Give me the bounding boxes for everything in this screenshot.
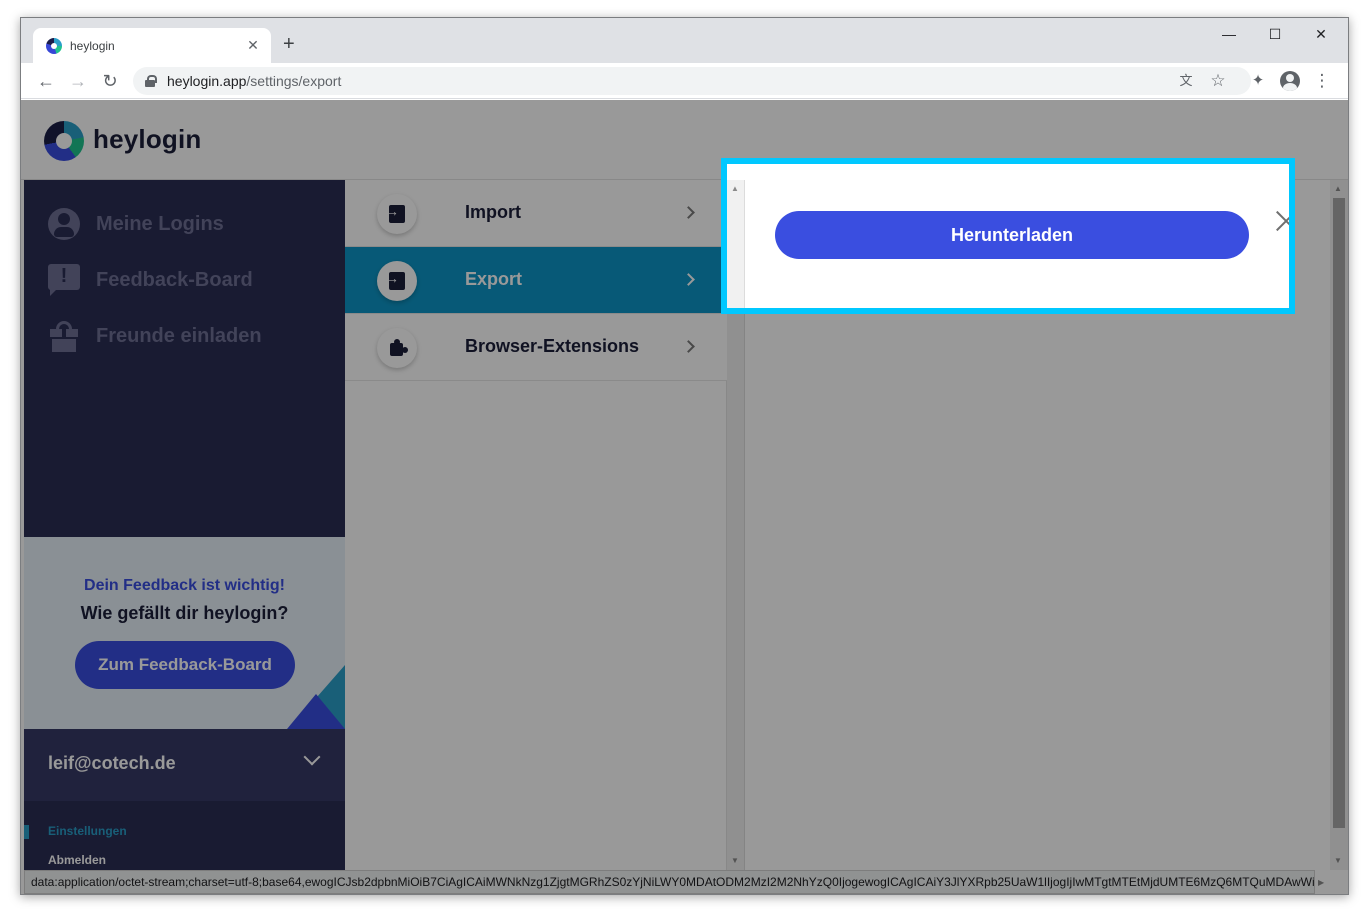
panel-scrollbar[interactable]: ▲: [727, 180, 745, 308]
bookmark-star-icon[interactable]: ☆: [1208, 71, 1228, 91]
extensions-puzzle-icon[interactable]: ✦: [1248, 71, 1268, 91]
promo-kicker: Dein Feedback ist wichtig!: [84, 577, 285, 594]
sidebar-item-label: Feedback-Board: [96, 268, 253, 291]
window-close-button[interactable]: ✕: [1298, 24, 1344, 44]
tab-strip: heylogin ✕ + — ☐ ✕: [21, 18, 1348, 63]
new-tab-button[interactable]: +: [283, 33, 295, 55]
tab-title: heylogin: [70, 38, 115, 53]
gift-icon: [48, 320, 80, 352]
spotlight-content: ▲ Herunterladen: [727, 164, 1289, 308]
promo-title: Wie gefällt dir heylogin?: [80, 603, 289, 623]
import-icon-badge: [377, 194, 417, 234]
decorative-triangle: [287, 694, 345, 729]
profile-avatar-icon[interactable]: [1280, 71, 1300, 91]
url-path: /settings/export: [246, 73, 342, 89]
maximize-button[interactable]: ☐: [1252, 24, 1298, 44]
scroll-up-icon[interactable]: ▲: [1334, 184, 1342, 193]
settings-list: Import Export Browser-Extensions: [345, 180, 727, 894]
feedback-board-button[interactable]: Zum Feedback-Board: [75, 641, 295, 689]
reload-icon[interactable]: ↻: [98, 69, 122, 93]
tab-close-icon[interactable]: ✕: [245, 37, 261, 54]
active-marker: [24, 825, 29, 839]
browser-toolbar: ← → ↻ heylogin.app/settings/export 文 ☆ ✦…: [21, 63, 1348, 99]
download-button[interactable]: Herunterladen: [775, 211, 1249, 259]
settings-item-browser-extensions[interactable]: Browser-Extensions: [345, 314, 727, 381]
user-icon: [48, 208, 80, 240]
sidebar-item-feedback-board[interactable]: Feedback-Board: [48, 260, 253, 300]
heylogin-logo-icon[interactable]: [44, 121, 84, 161]
puzzle-icon-badge: [377, 328, 417, 368]
browser-tab[interactable]: heylogin ✕: [33, 28, 271, 63]
url-text: heylogin.app/settings/export: [167, 73, 341, 89]
page-content: heylogin Meine Logins Feedback-Board Fre…: [21, 100, 1348, 894]
link-preview-statusbar: data:application/octet-stream;charset=ut…: [24, 870, 1315, 894]
url-host: heylogin.app: [167, 73, 247, 89]
scroll-up-icon[interactable]: ▲: [731, 184, 739, 193]
logo-text[interactable]: heylogin: [93, 124, 202, 155]
lock-icon[interactable]: [145, 75, 157, 87]
sidebar-item-meine-logins[interactable]: Meine Logins: [48, 204, 224, 244]
feedback-icon: [48, 264, 80, 296]
chevron-right-icon: [682, 340, 695, 353]
address-bar[interactable]: heylogin.app/settings/export: [133, 67, 1251, 95]
browser-menu-icon[interactable]: ⋮: [1312, 71, 1332, 91]
settings-item-label: Import: [465, 202, 521, 222]
browser-window: heylogin ✕ + — ☐ ✕ ← → ↻ heylogin.app/se…: [20, 17, 1349, 895]
back-arrow-icon[interactable]: ←: [34, 69, 58, 93]
settings-item-label: Browser-Extensions: [465, 336, 640, 356]
sidebar-item-label: Freunde einladen: [96, 324, 262, 347]
export-icon-badge: [377, 261, 417, 301]
chevron-down-icon: [303, 748, 321, 766]
export-panel-main: Herunterladen: [745, 180, 1289, 308]
page-scrollbar[interactable]: ▲ ▼: [1330, 180, 1348, 870]
account-switcher[interactable]: leif@cotech.de: [24, 729, 345, 801]
logout-link[interactable]: Abmelden: [48, 853, 106, 867]
scroll-right-icon[interactable]: ▶: [1318, 878, 1324, 887]
close-icon[interactable]: [1275, 210, 1289, 232]
settings-item-label: Export: [465, 269, 523, 289]
account-email: leif@cotech.de: [48, 753, 176, 773]
sidebar-item-label: Meine Logins: [96, 212, 224, 235]
puzzle-icon: [389, 339, 405, 357]
translate-icon[interactable]: 文: [1176, 71, 1196, 91]
chevron-right-icon: [682, 273, 695, 286]
scroll-down-icon[interactable]: ▼: [1334, 856, 1342, 865]
sidebar: Meine Logins Feedback-Board Freunde einl…: [24, 180, 345, 894]
forward-arrow-icon[interactable]: →: [66, 69, 90, 93]
minimize-button[interactable]: —: [1206, 24, 1252, 44]
settings-item-export[interactable]: Export: [345, 247, 727, 314]
settings-item-import[interactable]: Import: [345, 180, 727, 247]
heylogin-favicon-icon: [46, 37, 62, 54]
feedback-promo-card: Dein Feedback ist wichtig! Wie gefällt d…: [24, 537, 345, 729]
chevron-right-icon: [682, 206, 695, 219]
scroll-down-icon[interactable]: ▼: [731, 856, 739, 865]
settings-link[interactable]: Einstellungen: [48, 824, 127, 838]
scrollbar-thumb[interactable]: [1333, 198, 1345, 828]
export-icon: [385, 270, 405, 290]
import-icon: [385, 203, 405, 223]
sidebar-item-freunde-einladen[interactable]: Freunde einladen: [48, 316, 262, 356]
